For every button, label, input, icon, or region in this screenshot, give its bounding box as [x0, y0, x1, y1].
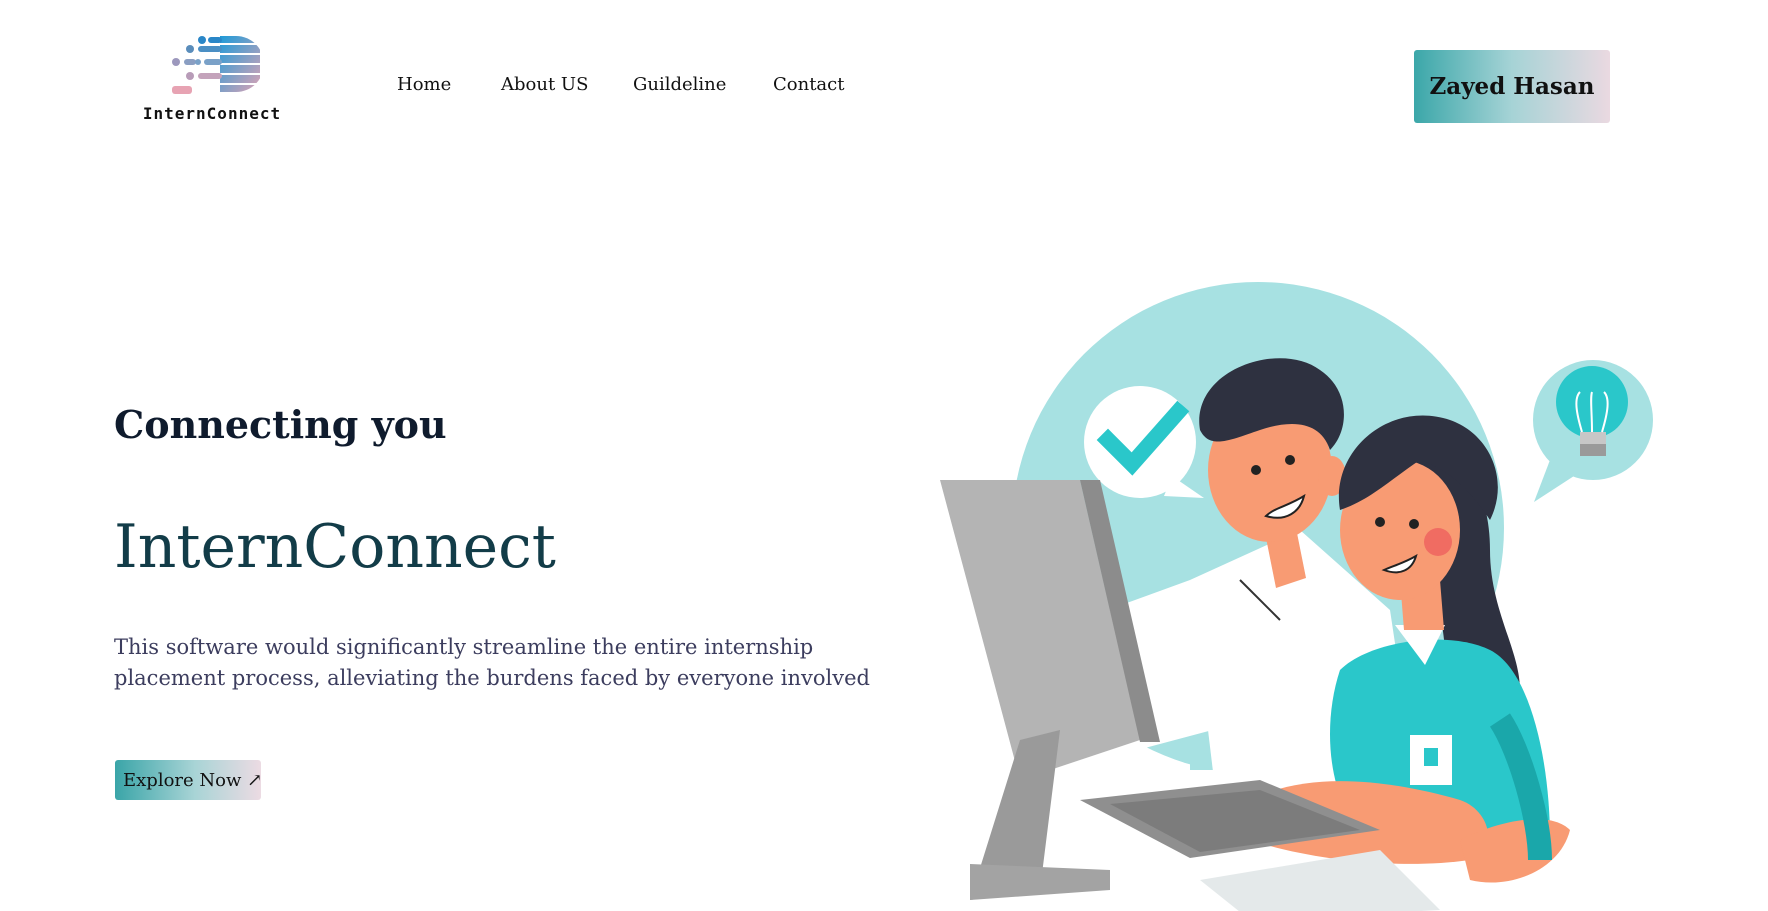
site-header: InternConnect Home About US Guildeline C…	[0, 0, 1768, 150]
nav-guideline[interactable]: Guildeline	[633, 74, 726, 95]
nav-home[interactable]: Home	[397, 74, 451, 95]
logo-text: InternConnect	[142, 104, 282, 123]
site-logo[interactable]: InternConnect	[142, 32, 282, 124]
nav-about-us[interactable]: About US	[501, 74, 588, 95]
explore-now-button[interactable]: Explore Now ↗	[115, 760, 262, 800]
user-profile-button[interactable]: Zayed Hasan	[1414, 50, 1610, 123]
hero-subtitle: Connecting you	[114, 402, 447, 447]
hero-title: InternConnect	[114, 512, 556, 582]
hero-illustration	[940, 280, 1660, 911]
hero-description: This software would significantly stream…	[114, 635, 870, 690]
nav-contact[interactable]: Contact	[773, 74, 844, 95]
logo-icon	[172, 36, 260, 94]
lightbulb-bubble-icon	[1533, 360, 1653, 502]
